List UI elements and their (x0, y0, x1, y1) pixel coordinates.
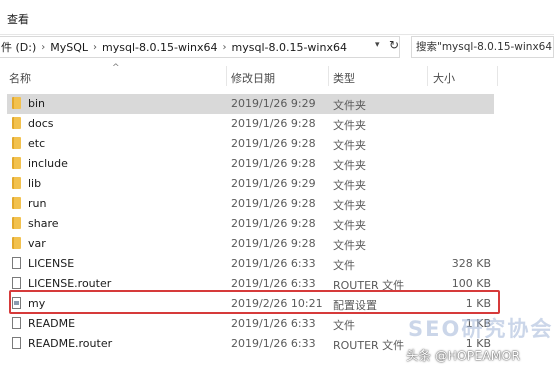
column-divider[interactable] (328, 66, 329, 86)
file-name: lib (28, 177, 42, 190)
file-date: 2019/1/26 6:33 (231, 337, 316, 350)
file-type: 文件夹 (333, 239, 366, 252)
address-row: 件 (D:) › MySQL › mysql-8.0.15-winx64 › m… (0, 35, 554, 62)
file-type: 文件夹 (333, 139, 366, 152)
file-name: LICENSE.router (28, 277, 112, 290)
file-date: 2019/1/26 9:28 (231, 237, 316, 250)
file-date: 2019/1/26 9:28 (231, 197, 316, 210)
column-name[interactable]: 名称 (9, 70, 31, 86)
folder-icon (12, 137, 21, 149)
column-divider[interactable] (226, 66, 227, 86)
file-name: share (28, 217, 59, 230)
folder-icon (12, 237, 21, 249)
file-icon (12, 317, 21, 329)
file-name: include (28, 157, 68, 170)
file-row[interactable]: LICENSE 2019/1/26 6:33 文件 328 KB (0, 254, 554, 274)
file-size: 328 KB (451, 257, 491, 270)
file-date: 2019/1/26 6:33 (231, 317, 316, 330)
file-icon (12, 337, 21, 349)
column-type[interactable]: 类型 (333, 70, 355, 86)
file-date: 2019/1/26 6:33 (231, 257, 316, 270)
watermark-author: 头条 @HOPEAMOR (406, 348, 521, 363)
file-date: 2019/1/26 9:28 (231, 117, 316, 130)
chevron-right-icon[interactable]: › (220, 42, 230, 53)
file-name: README.router (28, 337, 113, 350)
file-name: bin (28, 97, 46, 110)
chevron-right-icon[interactable]: › (90, 42, 100, 53)
file-row[interactable]: var 2019/1/26 9:28 文件夹 (0, 234, 554, 254)
file-name: run (28, 197, 47, 210)
column-divider[interactable] (497, 66, 498, 86)
file-type: 文件夹 (333, 219, 366, 232)
folder-icon (12, 117, 21, 129)
file-type: 文件夹 (333, 119, 366, 132)
folder-icon (12, 217, 21, 229)
search-input[interactable]: 搜索"mysql-8.0.15-winx64" (411, 36, 554, 58)
breadcrumb-mysql[interactable]: MySQL (48, 41, 90, 54)
file-date: 2019/1/26 6:33 (231, 277, 316, 290)
file-type: 文件夹 (333, 159, 366, 172)
file-type: ROUTER 文件 (333, 339, 405, 352)
column-header: ^ 名称 修改日期 类型 大小 (0, 63, 554, 88)
file-date: 2019/1/26 9:28 (231, 217, 316, 230)
file-date: 2019/1/26 9:29 (231, 177, 316, 190)
file-type: 文件 (333, 259, 355, 272)
file-icon (12, 257, 21, 269)
file-date: 2019/1/26 9:29 (231, 97, 316, 110)
file-row[interactable]: include 2019/1/26 9:28 文件夹 (0, 154, 554, 174)
file-name: etc (28, 137, 46, 150)
column-divider[interactable] (427, 66, 428, 86)
folder-icon (12, 97, 21, 109)
ribbon: 查看 (0, 0, 554, 35)
view-menu[interactable]: 查看 (7, 11, 29, 27)
chevron-down-icon[interactable]: ▾ (375, 40, 380, 50)
file-type: 文件 (333, 319, 355, 332)
file-name: LICENSE (28, 257, 75, 270)
file-row[interactable]: lib 2019/1/26 9:29 文件夹 (0, 174, 554, 194)
file-size: 100 KB (451, 277, 491, 290)
highlight-box (9, 290, 500, 314)
file-icon (12, 277, 21, 289)
file-date: 2019/1/26 9:28 (231, 157, 316, 170)
file-name: docs (28, 117, 54, 130)
column-size[interactable]: 大小 (433, 70, 455, 86)
sort-up-icon: ^ (112, 63, 120, 73)
file-row[interactable]: docs 2019/1/26 9:28 文件夹 (0, 114, 554, 134)
watermark-seo: SEO研究协会网 (408, 317, 554, 341)
file-row[interactable]: etc 2019/1/26 9:28 文件夹 (0, 134, 554, 154)
file-row[interactable]: run 2019/1/26 9:28 文件夹 (0, 194, 554, 214)
folder-icon (12, 157, 21, 169)
file-date: 2019/1/26 9:28 (231, 137, 316, 150)
file-type: 文件夹 (333, 179, 366, 192)
breadcrumb-drive[interactable]: 件 (D:) (0, 39, 38, 55)
file-name: var (28, 237, 46, 250)
column-date[interactable]: 修改日期 (231, 70, 275, 86)
breadcrumb-mysql-subfolder[interactable]: mysql-8.0.15-winx64 (230, 41, 349, 54)
folder-icon (12, 177, 21, 189)
file-row[interactable]: share 2019/1/26 9:28 文件夹 (0, 214, 554, 234)
file-row[interactable]: bin 2019/1/26 9:29 文件夹 (0, 94, 554, 114)
file-type: 文件夹 (333, 99, 366, 112)
file-type: 文件夹 (333, 199, 366, 212)
folder-icon (12, 197, 21, 209)
chevron-right-icon[interactable]: › (38, 42, 48, 53)
breadcrumb-mysql-folder[interactable]: mysql-8.0.15-winx64 (100, 41, 219, 54)
file-name: README (28, 317, 76, 330)
address-bar[interactable]: 件 (D:) › MySQL › mysql-8.0.15-winx64 › m… (0, 36, 400, 58)
refresh-icon[interactable]: ↻ (389, 38, 399, 52)
